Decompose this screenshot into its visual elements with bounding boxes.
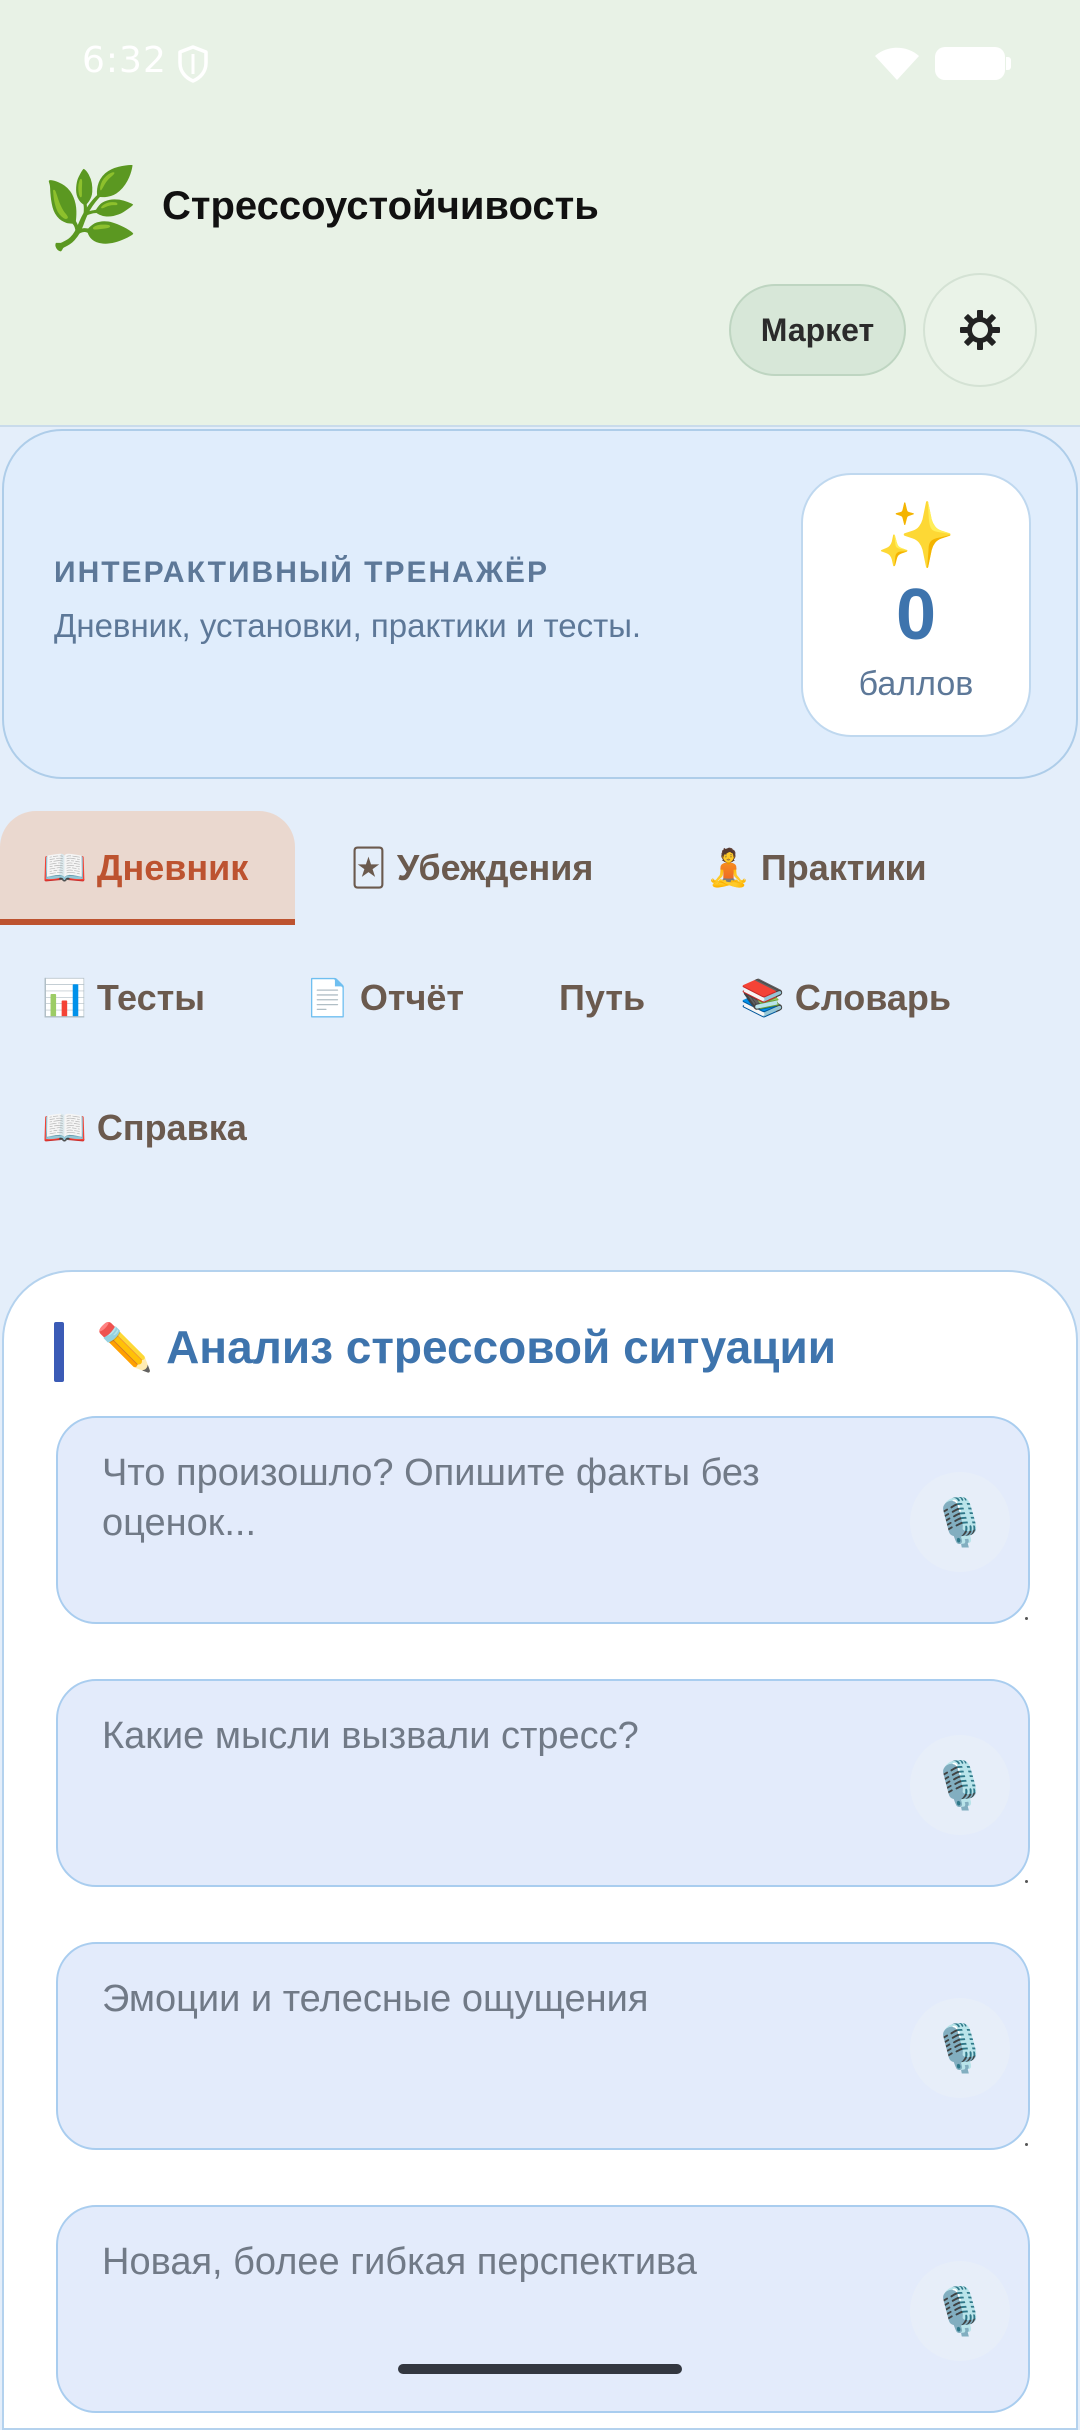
emotions-placeholder: Эмоции и телесные ощущения xyxy=(102,1978,649,2020)
thoughts-field[interactable]: Какие мысли вызвали стресс? 🎙️ xyxy=(56,1679,1030,1887)
situation-placeholder: Что произошло? Опишите факты без оценок.… xyxy=(102,1452,760,1544)
perspective-field[interactable]: Новая, более гибкая перспектива 🎙️ xyxy=(56,2205,1030,2413)
tab-beliefs[interactable]: 🃏 Убеждения xyxy=(350,811,593,925)
perspective-placeholder: Новая, более гибкая перспектива xyxy=(102,2241,697,2283)
situation-field[interactable]: Что произошло? Опишите факты без оценок.… xyxy=(56,1416,1030,1624)
resize-handle[interactable] xyxy=(1025,1617,1028,1620)
section-title: ✏️ Анализ стрессовой ситуации xyxy=(96,1320,836,1375)
hero-subtitle: Дневник, установки, практики и тесты. xyxy=(54,607,642,644)
tab-label: Отчёт xyxy=(359,977,465,1018)
book-icon: 📖 xyxy=(42,847,87,888)
tab-tests[interactable]: 📊 Тесты xyxy=(42,941,205,1055)
microphone-button[interactable]: 🎙️ xyxy=(910,1998,1010,2098)
thoughts-placeholder: Какие мысли вызвали стресс? xyxy=(102,1715,639,1757)
score-card: ✨ 0 баллов xyxy=(801,473,1031,737)
resize-handle[interactable] xyxy=(1025,1880,1028,1883)
microphone-icon: 🎙️ xyxy=(931,2021,989,2074)
emotions-field[interactable]: Эмоции и телесные ощущения 🎙️ xyxy=(56,1942,1030,2150)
section-title-text: Анализ стрессовой ситуации xyxy=(166,1321,837,1373)
microphone-button[interactable]: 🎙️ xyxy=(910,2261,1010,2361)
tab-label: Тесты xyxy=(96,977,205,1018)
tab-label: Путь xyxy=(559,977,646,1018)
hero-banner: ИНТЕРАКТИВНЫЙ ТРЕНАЖЁР Дневник, установк… xyxy=(2,429,1078,779)
tab-label: Справка xyxy=(96,1107,247,1148)
tab-dictionary[interactable]: 📚 Словарь xyxy=(740,941,951,1055)
microphone-button[interactable]: 🎙️ xyxy=(910,1735,1010,1835)
microphone-button[interactable]: 🎙️ xyxy=(910,1472,1010,1572)
tab-practices[interactable]: 🧘 Практики xyxy=(706,811,927,925)
settings-button[interactable] xyxy=(923,273,1037,387)
status-bar: 6:32 xyxy=(0,0,1080,125)
score-value: 0 xyxy=(895,575,937,655)
resize-handle[interactable] xyxy=(1025,2143,1028,2146)
sparkles-icon: ✨ xyxy=(876,499,956,571)
tab-help[interactable]: 📖 Справка xyxy=(42,1071,247,1185)
wifi-icon xyxy=(875,47,919,80)
app-header: 🌿 Стрессоустойчивость xyxy=(0,150,1080,270)
books-icon: 📚 xyxy=(740,977,785,1018)
leaf-logo-icon: 🌿 xyxy=(42,164,140,252)
shield-icon xyxy=(178,45,208,83)
tab-label: Словарь xyxy=(794,977,952,1018)
joker-card-icon: 🃏 xyxy=(350,847,387,888)
battery-icon xyxy=(935,47,1011,80)
app-title: Стрессоустойчивость xyxy=(162,184,599,228)
document-icon: 📄 xyxy=(305,977,350,1018)
section-accent-bar xyxy=(54,1322,64,1382)
app-header-area: 6:32 🌿 Стрессоустойчивость Маркет xyxy=(0,0,1080,427)
book-icon: 📖 xyxy=(42,1107,87,1148)
diary-card: ✏️ Анализ стрессовой ситуации Что произо… xyxy=(2,1270,1078,2430)
market-button[interactable]: Маркет xyxy=(729,284,906,376)
tab-diary[interactable]: 📖 Дневник xyxy=(0,811,295,925)
hero-kicker: ИНТЕРАКТИВНЫЙ ТРЕНАЖЁР xyxy=(54,556,550,589)
home-indicator[interactable] xyxy=(398,2364,682,2374)
tab-label: Убеждения xyxy=(396,847,594,888)
tab-report[interactable]: 📄 Отчёт xyxy=(305,941,464,1055)
status-time: 6:32 xyxy=(82,40,167,81)
tab-label: Дневник xyxy=(96,847,249,888)
tab-path[interactable]: Путь xyxy=(559,941,645,1055)
microphone-icon: 🎙️ xyxy=(931,2284,989,2337)
meditation-icon: 🧘 xyxy=(706,847,751,888)
microphone-icon: 🎙️ xyxy=(931,1495,989,1548)
tab-label: Практики xyxy=(760,847,927,888)
bar-chart-icon: 📊 xyxy=(42,977,87,1018)
microphone-icon: 🎙️ xyxy=(931,1758,989,1811)
score-label: баллов xyxy=(858,665,974,703)
pencil-icon: ✏️ xyxy=(96,1321,154,1373)
gear-icon xyxy=(960,310,1000,350)
